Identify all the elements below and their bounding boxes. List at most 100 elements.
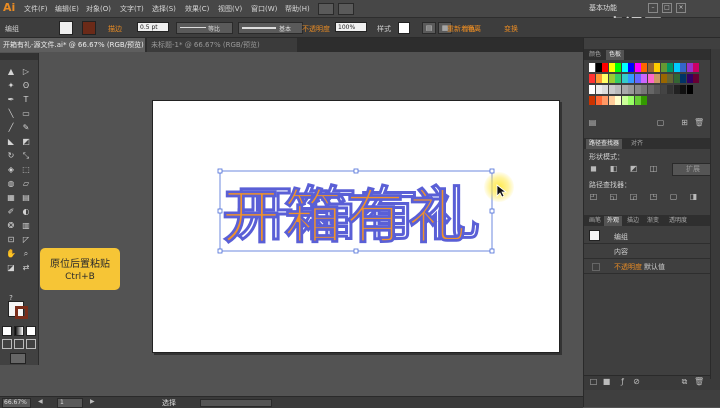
color-swatch[interactable] bbox=[621, 74, 628, 83]
pencil-tool-icon[interactable]: ✎ bbox=[21, 123, 31, 133]
rotate-tool-icon[interactable]: ↻ bbox=[6, 151, 16, 161]
color-swatch[interactable] bbox=[647, 85, 654, 94]
tab-gradient[interactable]: 渐变 bbox=[644, 216, 662, 226]
tab-swatches[interactable]: 色板 bbox=[606, 50, 625, 60]
color-swatch[interactable] bbox=[608, 96, 615, 105]
color-swatch[interactable] bbox=[641, 74, 647, 83]
document-setup-icon[interactable]: ▤ bbox=[422, 22, 436, 34]
fill-swatch[interactable] bbox=[59, 21, 73, 35]
duplicate-item-icon[interactable]: ⧉ bbox=[680, 377, 689, 386]
stroke-swatch[interactable] bbox=[82, 21, 96, 35]
color-swatch[interactable] bbox=[615, 85, 621, 94]
graphic-style-swatch[interactable] bbox=[398, 22, 410, 34]
outline-icon[interactable]: ▢ bbox=[669, 192, 678, 201]
color-swatch[interactable] bbox=[595, 63, 602, 72]
opacity-field[interactable]: 100% bbox=[335, 22, 367, 32]
crop-icon[interactable]: ◳ bbox=[649, 192, 658, 201]
color-swatch[interactable] bbox=[628, 63, 634, 72]
color-swatch[interactable] bbox=[673, 85, 680, 94]
color-swatch[interactable] bbox=[634, 74, 641, 83]
selection-tool-icon[interactable]: ▲ bbox=[6, 67, 16, 77]
menu-window[interactable]: 窗口(W) bbox=[251, 4, 277, 14]
clear-appearance-icon[interactable]: ⊘ bbox=[632, 377, 641, 386]
color-swatch[interactable] bbox=[589, 74, 595, 83]
color-swatch[interactable] bbox=[654, 63, 660, 72]
color-swatch[interactable] bbox=[686, 63, 693, 72]
blend-tool-icon[interactable]: ◐ bbox=[21, 207, 31, 217]
color-swatch[interactable] bbox=[628, 96, 634, 105]
menu-edit[interactable]: 编辑(E) bbox=[55, 4, 79, 14]
document-tab-active[interactable]: 开箱有礼-源文件.ai* @ 66.67% (RGB/预览) bbox=[0, 38, 145, 52]
tab-stroke[interactable]: 描边 bbox=[624, 216, 642, 226]
slice-tool-icon[interactable]: ◸ bbox=[21, 235, 31, 245]
horizontal-scrollbar[interactable] bbox=[200, 399, 272, 407]
add-stroke-icon[interactable]: □ bbox=[589, 377, 598, 386]
tab-brushes[interactable]: 画笔 bbox=[586, 216, 604, 226]
delete-swatch-icon[interactable]: 🗑 bbox=[694, 118, 704, 127]
tab-align[interactable]: 对齐 bbox=[628, 139, 646, 149]
color-swatch[interactable] bbox=[660, 85, 667, 94]
column-graph-tool-icon[interactable]: ▥ bbox=[21, 221, 31, 231]
intersect-icon[interactable]: ◩ bbox=[629, 164, 638, 173]
color-swatch[interactable] bbox=[615, 63, 621, 72]
default-colors-icon[interactable]: ◪ bbox=[6, 263, 16, 273]
merge-icon[interactable]: ◲ bbox=[629, 192, 638, 201]
color-swatch[interactable] bbox=[647, 74, 654, 83]
artboard-tool-icon[interactable]: ⊡ bbox=[6, 235, 16, 245]
color-swatch[interactable] bbox=[621, 63, 628, 72]
color-swatch[interactable] bbox=[667, 85, 673, 94]
draw-behind-icon[interactable] bbox=[14, 339, 24, 349]
tab-pathfinder[interactable]: 路径查找器 bbox=[586, 139, 623, 149]
color-swatch[interactable] bbox=[693, 74, 699, 83]
tab-transparency[interactable]: 透明度 bbox=[666, 216, 690, 226]
unite-icon[interactable]: ◼ bbox=[589, 164, 598, 173]
color-swatch[interactable] bbox=[595, 96, 602, 105]
blob-brush-tool-icon[interactable]: ◣ bbox=[6, 137, 16, 147]
appearance-opacity-label[interactable]: 不透明度 bbox=[614, 262, 642, 272]
menu-select[interactable]: 选择(S) bbox=[152, 4, 176, 14]
free-transform-tool-icon[interactable]: ⬚ bbox=[21, 165, 31, 175]
brush-definition-dropdown[interactable]: 基本 bbox=[238, 22, 303, 34]
color-swatch[interactable] bbox=[608, 85, 615, 94]
color-swatch[interactable] bbox=[686, 74, 693, 83]
draw-inside-icon[interactable] bbox=[26, 339, 36, 349]
rectangle-tool-icon[interactable]: ▭ bbox=[21, 109, 31, 119]
color-swatch[interactable] bbox=[602, 96, 608, 105]
new-color-group-icon[interactable]: ▢ bbox=[656, 118, 665, 127]
menu-file[interactable]: 文件(F) bbox=[24, 4, 48, 14]
document-tab-inactive[interactable]: 未标题-1* @ 66.67% (RGB/预览) bbox=[147, 38, 297, 52]
color-swatch[interactable] bbox=[634, 96, 641, 105]
opacity-label[interactable]: 不透明度 bbox=[302, 24, 330, 34]
color-swatch[interactable] bbox=[621, 96, 628, 105]
color-swatch[interactable] bbox=[628, 85, 634, 94]
swatch-libraries-icon[interactable]: ▤ bbox=[588, 118, 597, 127]
color-swatch[interactable] bbox=[602, 85, 608, 94]
color-swatch[interactable] bbox=[641, 85, 647, 94]
color-swatch[interactable] bbox=[654, 85, 660, 94]
color-swatch[interactable] bbox=[621, 85, 628, 94]
eyedropper-tool-icon[interactable]: ✐ bbox=[6, 207, 16, 217]
color-swatch[interactable] bbox=[595, 74, 602, 83]
type-tool-icon[interactable]: T bbox=[21, 95, 31, 105]
menu-effect[interactable]: 效果(C) bbox=[185, 4, 209, 14]
color-mode-icon[interactable] bbox=[2, 326, 12, 336]
swap-colors-icon[interactable]: ⇄ bbox=[21, 263, 31, 273]
divide-icon[interactable]: ◰ bbox=[589, 192, 598, 201]
stroke-weight-field[interactable]: 0.5 pt bbox=[137, 22, 169, 32]
paintbrush-tool-icon[interactable]: ╱ bbox=[6, 123, 16, 133]
add-fill-icon[interactable]: ■ bbox=[602, 377, 611, 386]
color-swatch[interactable] bbox=[615, 96, 621, 105]
color-swatch[interactable] bbox=[602, 74, 608, 83]
tab-appearance[interactable]: 外观 bbox=[604, 216, 623, 226]
transform-label[interactable]: 变换 bbox=[504, 24, 518, 34]
color-swatch[interactable] bbox=[595, 85, 602, 94]
exclude-icon[interactable]: ◫ bbox=[649, 164, 658, 173]
direct-selection-tool-icon[interactable]: ▷ bbox=[21, 67, 31, 77]
line-tool-icon[interactable]: ╲ bbox=[6, 109, 16, 119]
maximize-icon[interactable]: □ bbox=[662, 3, 672, 13]
color-swatch[interactable] bbox=[667, 74, 673, 83]
tab-color[interactable]: 颜色 bbox=[586, 50, 604, 60]
color-swatch[interactable] bbox=[608, 63, 615, 72]
gradient-tool-icon[interactable]: ▤ bbox=[21, 193, 31, 203]
variable-width-profile-dropdown[interactable]: 等比 bbox=[176, 22, 233, 34]
